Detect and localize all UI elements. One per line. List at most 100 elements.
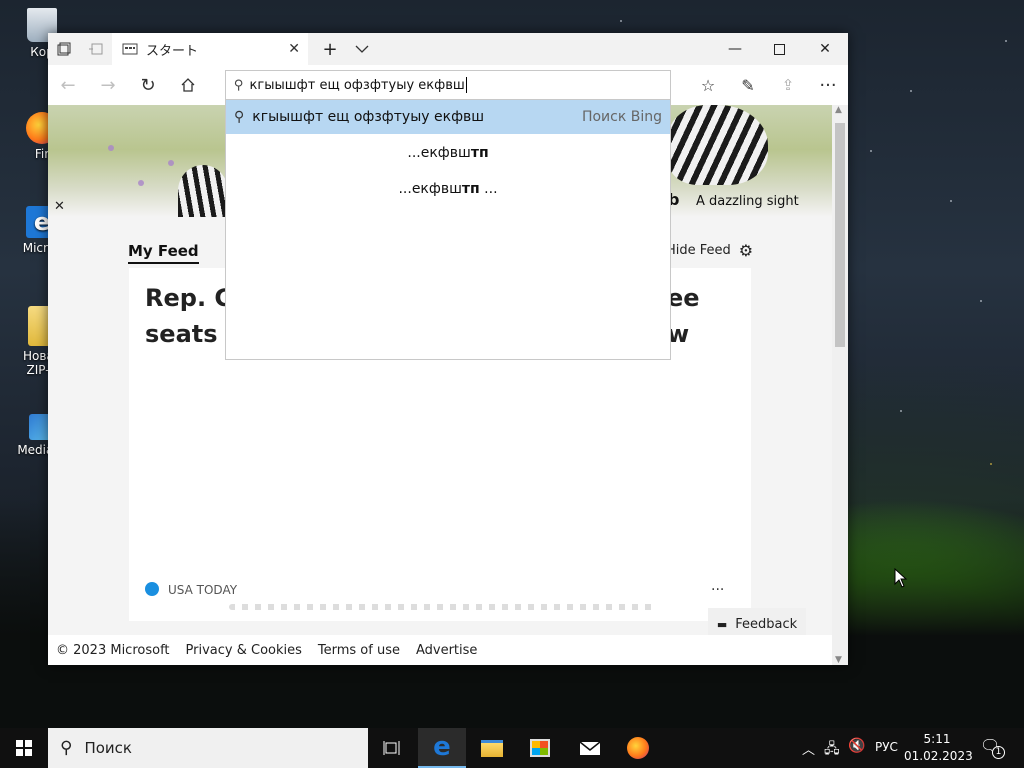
clock-time: 5:11	[923, 732, 951, 746]
star-list-icon: ☆	[700, 75, 716, 95]
plus-icon: +	[322, 38, 338, 60]
refresh-icon: ↻	[140, 74, 156, 96]
headline-line1-end: ee	[667, 284, 700, 312]
taskbar-store-button[interactable]	[516, 728, 564, 768]
vertical-scrollbar[interactable]: ▲ ▼	[832, 105, 848, 665]
taskbar-edge-button[interactable]: e	[418, 728, 466, 768]
desktop: Кор Fir e Micros Новая ZIP-п MediaCr スター…	[0, 0, 1024, 768]
hide-feed-button[interactable]: Hide Feed ⚙	[666, 241, 753, 260]
text-cursor	[465, 77, 467, 93]
pen-icon: ✎	[741, 75, 755, 95]
desktop-icon-label: Fir	[34, 147, 50, 161]
tab-title: スタート	[146, 43, 199, 59]
hero-caption[interactable]: A dazzling sight	[696, 194, 799, 209]
action-center-button[interactable]: 🗨 1	[980, 736, 1010, 760]
home-icon	[181, 78, 195, 92]
browser-window: スタート ✕ + — ✕ ← → ↻ ☆ ✎ ⇪ ··· ✕ b A dazzl…	[48, 33, 848, 665]
store-bag-icon	[530, 739, 550, 757]
clock[interactable]: 5:11 01.02.2023	[904, 731, 973, 765]
page-icon	[122, 43, 138, 55]
usa-today-logo-icon	[145, 582, 159, 596]
minimize-button[interactable]: —	[712, 33, 758, 65]
feedback-icon: ▬	[716, 617, 728, 631]
scroll-up-icon[interactable]: ▲	[835, 105, 842, 115]
chevron-up-icon[interactable]: ︿	[802, 739, 815, 758]
web-note-button[interactable]: ✎	[728, 65, 768, 105]
advertise-link[interactable]: Advertise	[416, 643, 477, 658]
privacy-link[interactable]: Privacy & Cookies	[186, 643, 302, 658]
zebra-image	[178, 165, 228, 217]
tabs-aside-restore-button[interactable]	[80, 33, 112, 65]
network-icon[interactable]: 🖧	[824, 738, 840, 762]
start-button[interactable]	[0, 728, 48, 768]
share-icon: ⇪	[781, 76, 795, 94]
hide-feed-label: Hide Feed	[666, 243, 731, 258]
more-icon: ···	[819, 74, 837, 96]
share-button[interactable]: ⇪	[768, 65, 808, 105]
taskbar-search-box[interactable]: ⚲ Поиск	[48, 728, 368, 768]
search-icon: ⚲	[234, 109, 245, 125]
suggestion-prefix: ...екфвш	[398, 181, 462, 197]
taskbar-firefox-button[interactable]	[614, 728, 662, 768]
suggestion-bold: тп	[461, 181, 480, 197]
arrow-left-icon: ←	[60, 74, 76, 96]
tab-close-icon[interactable]: ✕	[288, 41, 300, 57]
suggestion-item[interactable]: ⚲ кгыышфт ещ офзфтуыу екфвш Поиск Bing	[226, 100, 670, 134]
tab-my-feed[interactable]: My Feed	[128, 242, 199, 264]
carousel-dots	[229, 604, 654, 610]
task-view-button[interactable]	[368, 728, 416, 768]
folder-icon	[481, 739, 503, 757]
suggestion-item[interactable]: ...екфвш тп ...	[226, 172, 670, 206]
volume-muted-icon[interactable]: 🔇	[848, 738, 865, 754]
maximize-button[interactable]	[756, 33, 802, 65]
search-icon: ⚲	[234, 77, 244, 93]
search-icon: ⚲	[60, 738, 73, 758]
card-more-button[interactable]: ...	[711, 578, 724, 594]
more-button[interactable]: ···	[808, 65, 848, 105]
suggestion-item[interactable]: ...екфвш тп	[226, 136, 670, 170]
suggestion-bold: тп	[470, 145, 489, 161]
suggestion-source: Поиск Bing	[581, 109, 662, 125]
title-bar: スタート ✕ + — ✕	[48, 33, 848, 65]
taskbar-mail-button[interactable]	[566, 728, 614, 768]
zebra-image	[668, 105, 768, 185]
notification-count: 1	[992, 746, 1005, 759]
back-button[interactable]: ←	[48, 65, 88, 105]
task-view-icon	[383, 741, 400, 755]
tab-start[interactable]: スタート ✕	[112, 33, 308, 65]
suggestion-dropdown: ⚲ кгыышфт ещ офзфтуыу екфвш Поиск Bing .…	[225, 100, 671, 360]
refresh-button[interactable]: ↻	[128, 65, 168, 105]
headline-line1-start: Rep. G	[145, 284, 235, 312]
address-input[interactable]: кгыышфт ещ офзфтуыу екфвш	[250, 78, 465, 93]
clock-date: 01.02.2023	[904, 749, 973, 763]
favorites-button[interactable]: ☆	[688, 65, 728, 105]
source-label: USA TODAY	[168, 583, 238, 597]
gear-icon[interactable]: ⚙	[739, 241, 753, 260]
close-icon: ✕	[819, 41, 831, 57]
set-tabs-aside-button[interactable]	[48, 33, 80, 65]
taskbar-search-placeholder: Поиск	[84, 739, 132, 757]
copyright-text: © 2023 Microsoft	[56, 642, 170, 658]
forward-button[interactable]: →	[88, 65, 128, 105]
suggestion-suffix: ...	[479, 181, 498, 197]
tab-preview-button[interactable]	[346, 33, 378, 65]
taskbar: ⚲ Поиск e ︿ 🖧 🔇 РУС 5:11 01.02.2023 🗨 1	[0, 728, 1024, 768]
taskbar-file-explorer-button[interactable]	[468, 728, 516, 768]
chevron-down-icon	[355, 45, 369, 53]
scrollbar-thumb[interactable]	[835, 123, 845, 347]
scroll-down-icon[interactable]: ▼	[835, 655, 842, 665]
windows-logo-icon	[16, 740, 32, 756]
maximize-icon	[773, 43, 785, 55]
new-tab-button[interactable]: +	[314, 33, 346, 65]
address-bar[interactable]: ⚲ кгыышфт ещ офзфтуыу екфвш	[225, 70, 671, 100]
suggestion-prefix: ...екфвш	[407, 145, 471, 161]
home-button[interactable]	[168, 65, 208, 105]
terms-link[interactable]: Terms of use	[318, 643, 400, 658]
suggestion-text: кгыышфт ещ офзфтуыу екфвш	[252, 109, 485, 125]
language-indicator[interactable]: РУС	[875, 740, 898, 754]
close-button[interactable]: ✕	[802, 33, 848, 65]
feedback-label: Feedback	[735, 616, 798, 632]
hero-close-icon[interactable]: ✕	[54, 199, 65, 214]
page-footer: © 2023 Microsoft Privacy & Cookies Terms…	[48, 635, 832, 665]
arrow-right-icon: →	[100, 74, 116, 96]
